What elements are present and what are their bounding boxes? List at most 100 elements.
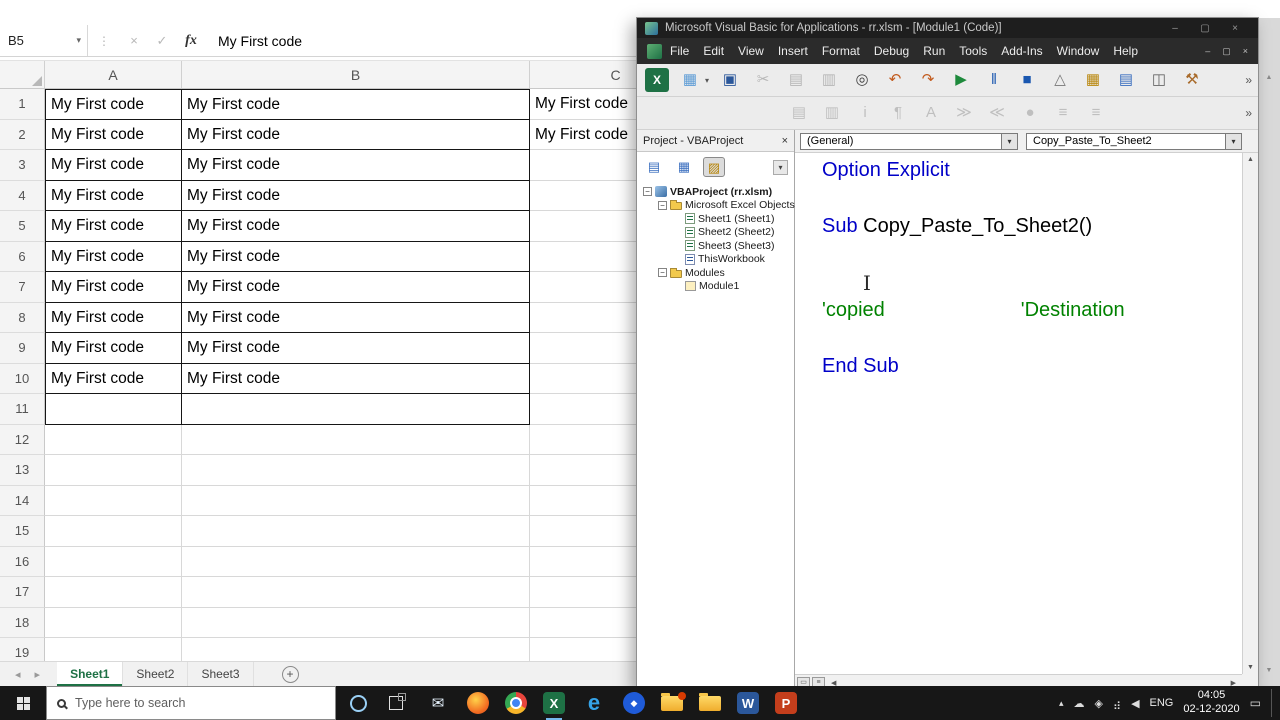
- project-explorer-header[interactable]: Project - VBAProject ×: [637, 130, 794, 152]
- code-line[interactable]: 'copied 'Destination: [822, 296, 1242, 324]
- list-constants-icon[interactable]: ▥: [820, 101, 844, 125]
- mail-icon[interactable]: ✉: [425, 690, 451, 716]
- insert-function-icon[interactable]: fx: [176, 33, 206, 49]
- cell-c10[interactable]: [530, 363, 637, 394]
- project-toolbar-caret-icon[interactable]: ▾: [773, 159, 788, 175]
- select-all-corner[interactable]: [0, 61, 45, 88]
- cortana-icon[interactable]: [350, 694, 367, 712]
- row-header-9[interactable]: 9: [0, 333, 45, 364]
- tree-item-sheet1-sheet1[interactable]: Sheet1 (Sheet1): [637, 212, 794, 226]
- menu-view[interactable]: View: [738, 44, 764, 58]
- cell-a6[interactable]: My First code: [45, 241, 182, 272]
- cell-c14[interactable]: [530, 485, 637, 516]
- show-desktop-button[interactable]: [1271, 689, 1276, 717]
- cell-b5[interactable]: My First code: [182, 211, 530, 242]
- cell-c15[interactable]: [530, 516, 637, 547]
- cell-c1[interactable]: My First code: [530, 89, 637, 120]
- code-line[interactable]: [822, 268, 1242, 296]
- row-header-16[interactable]: 16: [0, 546, 45, 577]
- child-minimize-icon[interactable]: –: [1205, 46, 1210, 57]
- cell-b18[interactable]: [182, 607, 530, 638]
- tree-item-sheet3-sheet3[interactable]: Sheet3 (Sheet3): [637, 239, 794, 253]
- close-icon[interactable]: ×: [1220, 23, 1250, 34]
- cell-b1[interactable]: My First code: [182, 89, 530, 120]
- cell-c17[interactable]: [530, 577, 637, 608]
- code-line[interactable]: End Sub: [822, 352, 1242, 380]
- undo-icon[interactable]: ↶: [883, 68, 907, 92]
- app-icon[interactable]: ◆: [623, 692, 645, 714]
- cancel-icon[interactable]: ×: [120, 33, 148, 48]
- cell-b8[interactable]: My First code: [182, 302, 530, 333]
- code-line[interactable]: [822, 324, 1242, 352]
- object-dropdown[interactable]: (General) ▾: [800, 133, 1018, 150]
- tree-item-microsoft-excel-objects[interactable]: − Microsoft Excel Objects: [637, 199, 795, 213]
- cell-a19[interactable]: [45, 638, 182, 661]
- vertical-scrollbar[interactable]: ▲ ▼: [1242, 153, 1258, 674]
- row-header-3[interactable]: 3: [0, 150, 45, 181]
- row-header-11[interactable]: 11: [0, 394, 45, 425]
- row-header-6[interactable]: 6: [0, 241, 45, 272]
- tree-item-sheet2-sheet2[interactable]: Sheet2 (Sheet2): [637, 226, 794, 240]
- collapse-icon[interactable]: −: [658, 268, 667, 278]
- row-header-12[interactable]: 12: [0, 424, 45, 455]
- cell-a12[interactable]: [45, 424, 182, 455]
- cell-b17[interactable]: [182, 577, 530, 608]
- quick-info-icon[interactable]: i: [853, 101, 877, 125]
- chrome-icon[interactable]: [505, 692, 527, 714]
- sheet-tab-sheet3[interactable]: Sheet3: [188, 662, 254, 686]
- row-header-7[interactable]: 7: [0, 272, 45, 303]
- onedrive-icon[interactable]: ☁: [1074, 697, 1085, 710]
- menu-edit[interactable]: Edit: [703, 44, 724, 58]
- cell-b2[interactable]: My First code: [182, 119, 530, 150]
- row-header-15[interactable]: 15: [0, 516, 45, 547]
- cell-c13[interactable]: [530, 455, 637, 486]
- cell-a11[interactable]: [45, 394, 182, 425]
- comment-block-icon[interactable]: ≡: [1051, 101, 1075, 125]
- tab-scroll-left-icon[interactable]: ◂: [8, 668, 28, 681]
- cell-b3[interactable]: My First code: [182, 150, 530, 181]
- parameter-info-icon[interactable]: ¶: [886, 101, 910, 125]
- copy-icon[interactable]: ▤: [784, 68, 808, 92]
- save-icon[interactable]: ▣: [718, 68, 742, 92]
- row-header-2[interactable]: 2: [0, 119, 45, 150]
- cell-b10[interactable]: My First code: [182, 363, 530, 394]
- powerpoint-icon[interactable]: P: [775, 692, 797, 714]
- sheet-tab-sheet1[interactable]: Sheet1: [57, 662, 124, 686]
- cell-a7[interactable]: My First code: [45, 272, 182, 303]
- row-header-14[interactable]: 14: [0, 485, 45, 516]
- tab-scroll-right-icon[interactable]: ▸: [28, 668, 48, 681]
- cell-c2[interactable]: My First code: [530, 119, 637, 150]
- view-code-icon[interactable]: ▤: [643, 157, 665, 177]
- cell-a14[interactable]: [45, 485, 182, 516]
- toolbox-icon[interactable]: ⚒: [1180, 68, 1204, 92]
- chevron-down-icon[interactable]: ▾: [705, 76, 709, 85]
- minimize-icon[interactable]: –: [1160, 23, 1190, 34]
- column-header-a[interactable]: A: [45, 61, 182, 88]
- network-icon[interactable]: ⣴: [1113, 697, 1121, 710]
- firefox-icon[interactable]: [467, 692, 489, 714]
- language-indicator[interactable]: ENG: [1150, 697, 1174, 709]
- row-header-13[interactable]: 13: [0, 455, 45, 486]
- menu-window[interactable]: Window: [1057, 44, 1100, 58]
- cell-b9[interactable]: My First code: [182, 333, 530, 364]
- sheet-tab-sheet2[interactable]: Sheet2: [123, 662, 189, 686]
- cell-a3[interactable]: My First code: [45, 150, 182, 181]
- menu-debug[interactable]: Debug: [874, 44, 909, 58]
- child-restore-icon[interactable]: ▢: [1222, 46, 1231, 57]
- code-line[interactable]: [822, 184, 1242, 212]
- toggle-breakpoint-icon[interactable]: ●: [1018, 101, 1042, 125]
- cell-a8[interactable]: My First code: [45, 302, 182, 333]
- redo-icon[interactable]: ↷: [916, 68, 940, 92]
- taskbar-search[interactable]: [46, 686, 336, 720]
- chevron-down-icon[interactable]: ▾: [1225, 134, 1241, 149]
- edge-icon[interactable]: e: [581, 690, 607, 716]
- task-view-icon[interactable]: [389, 693, 406, 710]
- tree-item-vbaproject-rr-xlsm[interactable]: − VBAProject (rr.xlsm): [637, 185, 794, 199]
- word-icon[interactable]: W: [737, 692, 759, 714]
- cell-c11[interactable]: [530, 394, 637, 425]
- menu-help[interactable]: Help: [1113, 44, 1138, 58]
- cell-c5[interactable]: [530, 211, 637, 242]
- menu-tools[interactable]: Tools: [959, 44, 987, 58]
- toolbar-overflow-icon[interactable]: »: [1245, 106, 1252, 120]
- cell-b11[interactable]: [182, 394, 530, 425]
